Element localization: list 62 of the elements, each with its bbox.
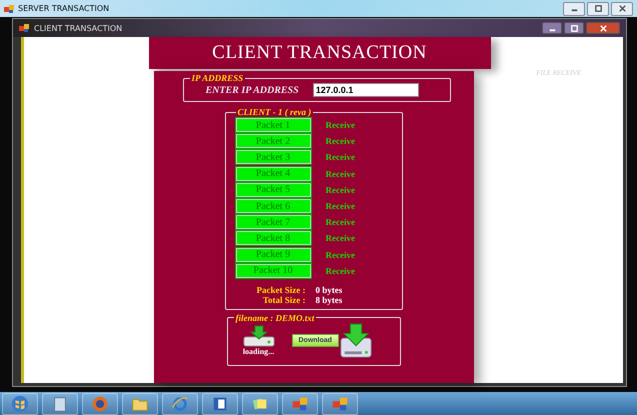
packet-button[interactable]: Packet 6: [236, 199, 310, 214]
taskbar-button[interactable]: [242, 392, 278, 414]
packet-button[interactable]: Packet 5: [236, 182, 310, 197]
window-title: SERVER TRANSACTION: [18, 4, 110, 13]
packet-status: Receive: [326, 201, 355, 212]
window-icon: [291, 394, 309, 412]
window-icon: [4, 4, 14, 14]
maximize-icon: [570, 24, 578, 32]
group-legend: IP ADDRESS: [190, 73, 246, 83]
packet-button[interactable]: Packet 9: [236, 248, 310, 262]
size-value: 8 bytes: [316, 294, 344, 305]
taskbar-button[interactable]: [282, 392, 318, 414]
size-value: 0 bytes: [316, 284, 344, 295]
globe-icon: [171, 394, 189, 412]
packet-status: Receive: [326, 152, 355, 162]
packet-button[interactable]: Packet 4: [236, 166, 310, 181]
packet-button[interactable]: Packet 10: [236, 264, 310, 278]
taskbar-button[interactable]: [2, 392, 38, 414]
taskbar-button[interactable]: [202, 392, 238, 414]
loading-text: loading...: [242, 347, 274, 356]
window-icon: [331, 394, 349, 412]
page-title: CLIENT TRANSACTION: [212, 42, 427, 64]
taskbar-button[interactable]: [122, 392, 158, 414]
packet-status: Receive: [326, 120, 355, 130]
packet-status: Receive: [326, 136, 355, 146]
close-icon: [618, 4, 626, 13]
field-label: ENTER IP ADDRESS: [206, 84, 299, 96]
drive-download-icon: [242, 325, 276, 348]
start-orb-icon: [11, 394, 29, 412]
ip-input-field[interactable]: 127.0.0.1: [312, 83, 419, 97]
minimize-button[interactable]: [542, 22, 562, 34]
packet-status: Receive: [326, 184, 355, 195]
group-legend: filename : DEMO.txt: [234, 312, 316, 323]
size-label: Packet Size :: [256, 284, 306, 295]
packet-status: Receive: [326, 250, 355, 260]
close-button[interactable]: [611, 2, 633, 16]
notepad-icon: [51, 394, 69, 412]
taskbar-button[interactable]: [42, 392, 78, 414]
drive-download-icon: [338, 322, 373, 359]
size-label: Total Size :: [262, 294, 306, 305]
maximize-icon: [594, 4, 602, 13]
packet-status: Receive: [326, 217, 355, 228]
packet-button[interactable]: Packet 1: [236, 118, 310, 132]
taskbar-button[interactable]: [82, 392, 118, 414]
maximize-button[interactable]: [564, 22, 584, 34]
packet-button[interactable]: Packet 8: [236, 231, 310, 246]
browser-icon: [91, 394, 109, 412]
close-icon: [598, 24, 608, 32]
packet-status: Receive: [326, 233, 355, 244]
group-legend: CLIENT - 1 ( reva ): [236, 107, 314, 117]
packet-button[interactable]: Packet 3: [236, 150, 310, 164]
close-button[interactable]: [586, 22, 620, 34]
document-icon: [211, 394, 229, 412]
packet-status: Receive: [326, 168, 355, 179]
taskbar-button[interactable]: [322, 392, 358, 414]
packet-button[interactable]: Packet 7: [236, 215, 310, 230]
window-icon: [19, 23, 29, 33]
maximize-button[interactable]: [587, 2, 609, 16]
minimize-button[interactable]: [563, 2, 585, 16]
packet-button[interactable]: Packet 2: [236, 134, 310, 148]
packet-status: Receive: [326, 266, 355, 276]
window-title: CLIENT TRANSACTION: [34, 24, 122, 32]
